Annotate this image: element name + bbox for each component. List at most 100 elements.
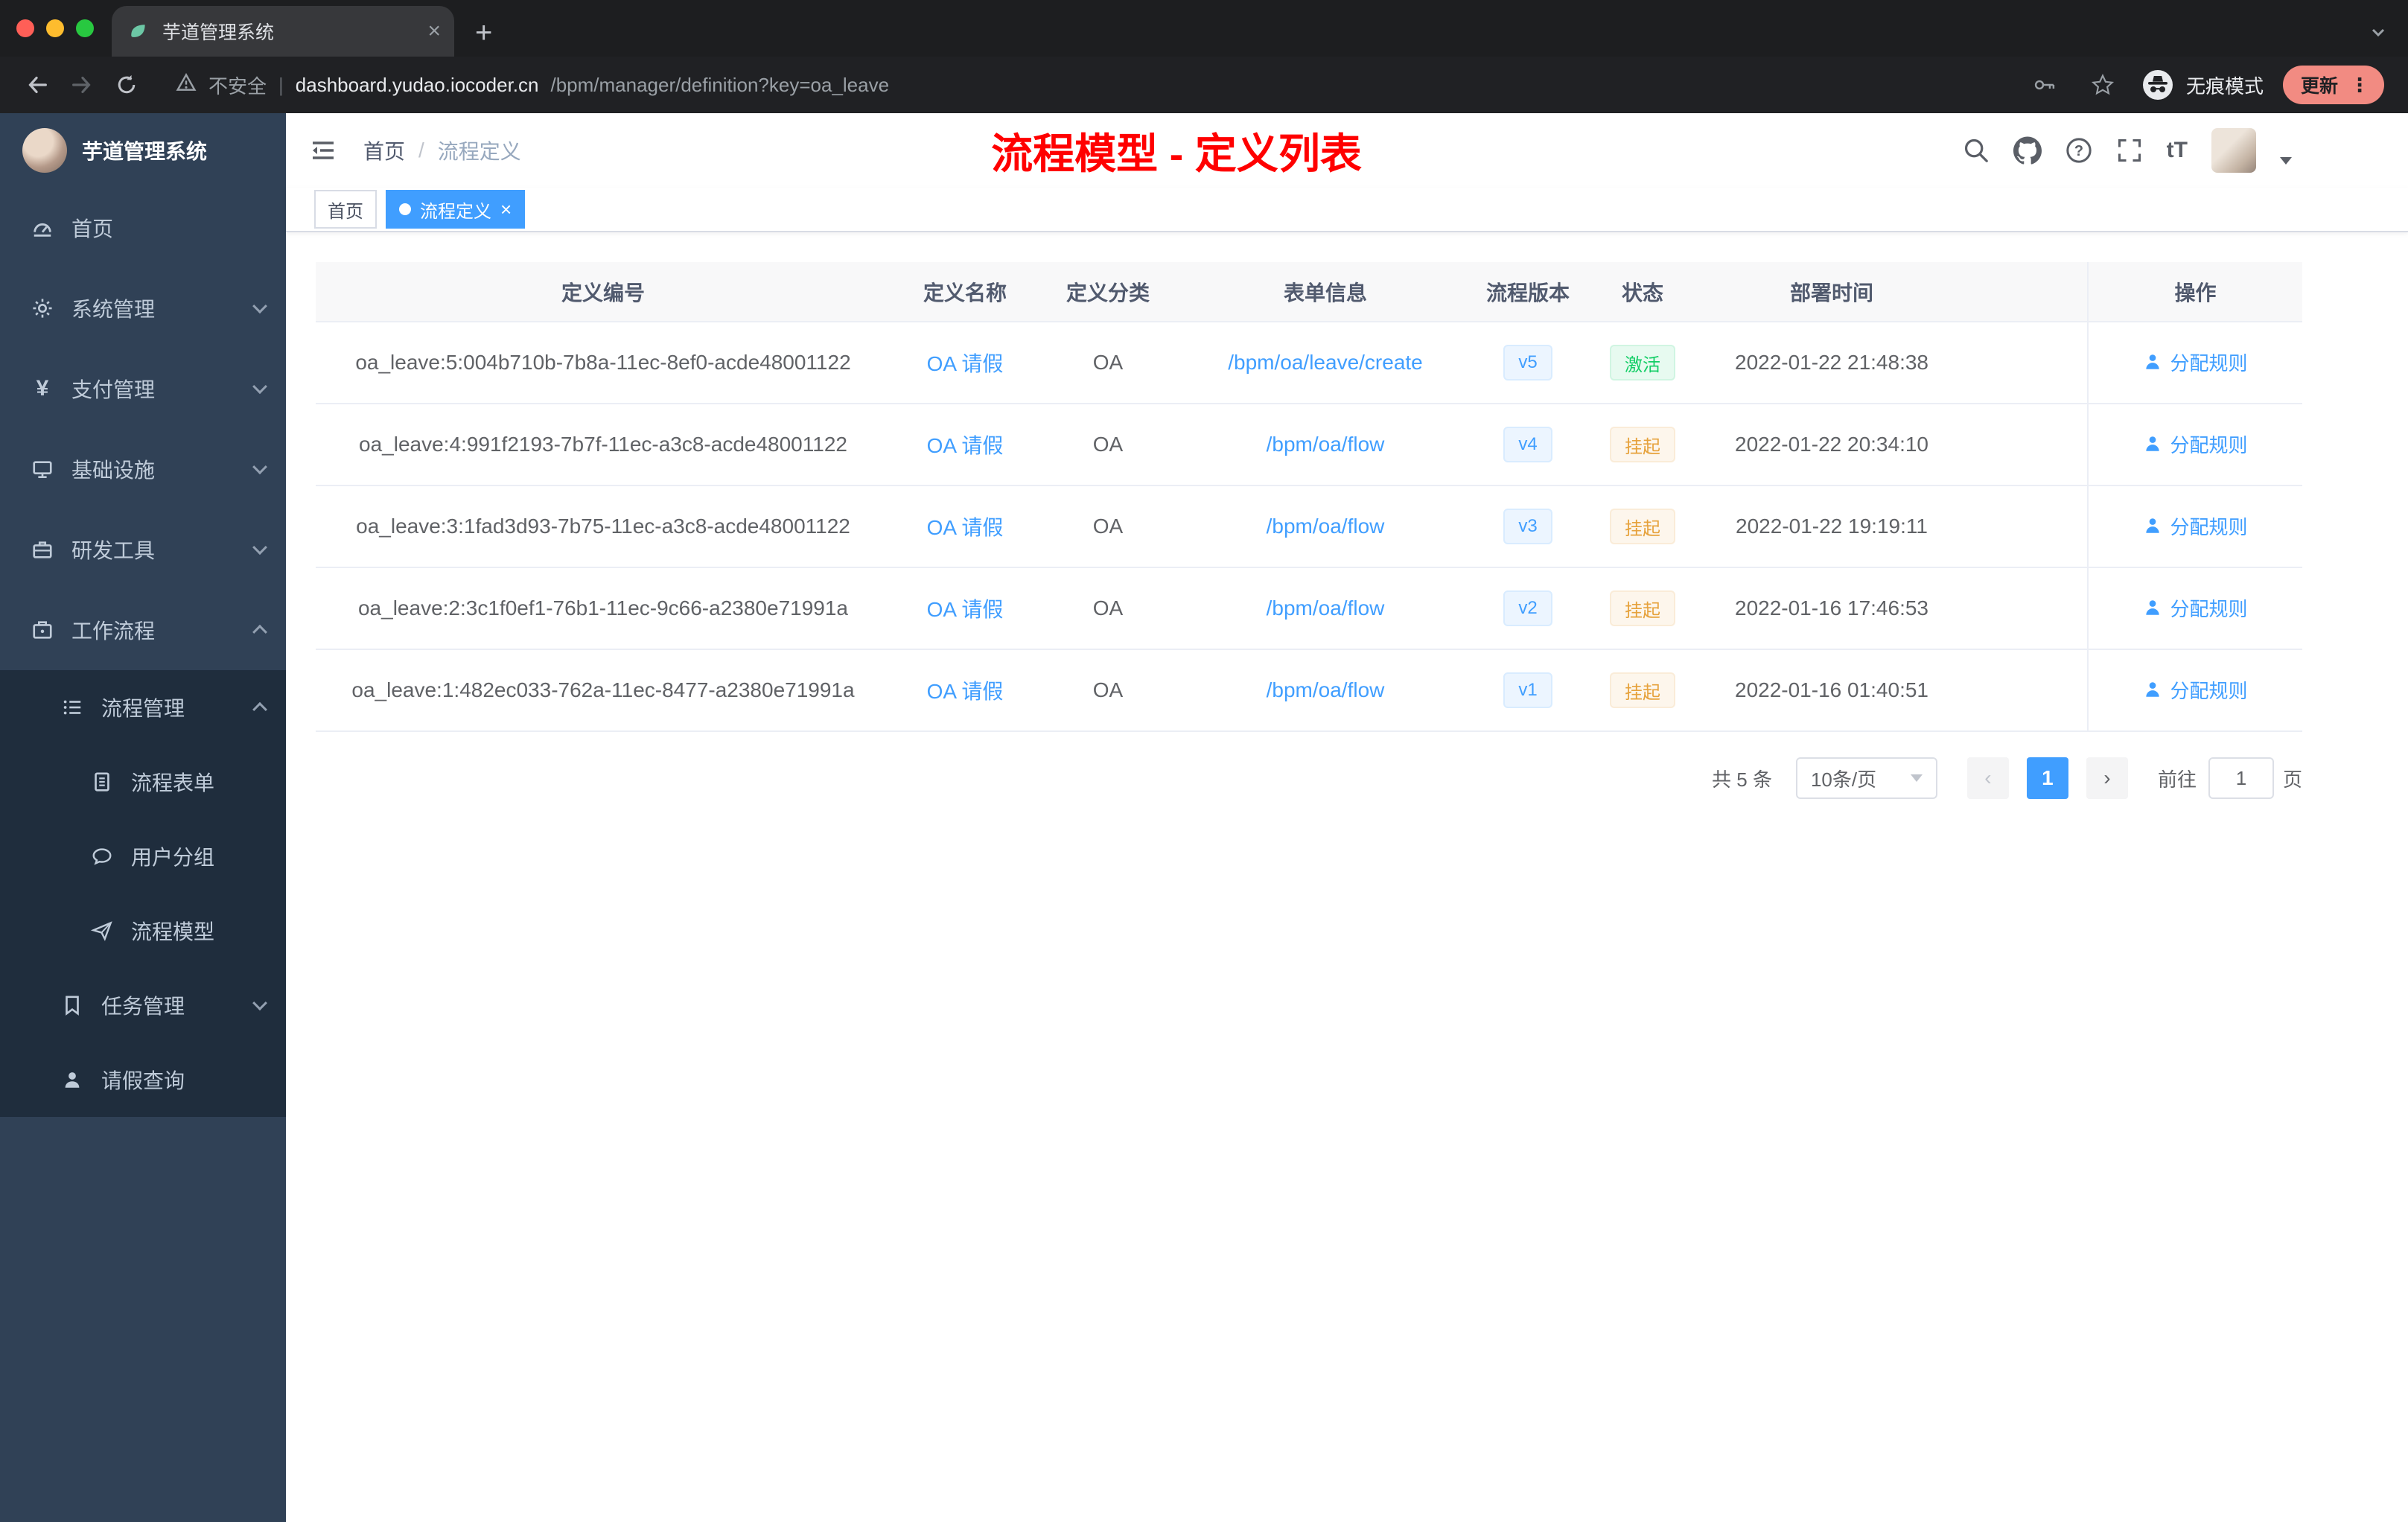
filler-cell <box>1960 567 2088 650</box>
back-button-icon[interactable] <box>18 66 57 104</box>
definition-id-cell: oa_leave:3:1fad3d93-7b75-11ec-a3c8-acde4… <box>316 485 891 568</box>
incognito-profile-chip[interactable]: 无痕模式 <box>2141 69 2264 101</box>
category-cell: OA <box>1039 322 1176 404</box>
status-tag: 激活 <box>1610 345 1675 380</box>
version-tag[interactable]: v1 <box>1503 672 1552 708</box>
form-info-link[interactable]: /bpm/oa/flow <box>1267 515 1385 538</box>
github-icon[interactable] <box>2013 136 2042 165</box>
table-row: oa_leave:5:004b710b-7b8a-11ec-8ef0-acde4… <box>316 322 2302 404</box>
page-number-button[interactable]: 1 <box>2026 757 2068 799</box>
category-cell: OA <box>1039 567 1176 650</box>
status-tag: 挂起 <box>1610 427 1675 462</box>
sidebar-item-payment[interactable]: ¥ 支付管理 <box>0 348 286 429</box>
sidebar-item-label: 系统管理 <box>71 298 156 321</box>
not-secure-warning-icon <box>176 72 197 98</box>
deploy-time-cell: 2022-01-22 20:34:10 <box>1704 404 1960 486</box>
tag-process-definition[interactable]: 流程定义 × <box>386 190 526 229</box>
assign-rule-link[interactable]: 分配规则 <box>2143 430 2248 458</box>
minimize-window-button[interactable] <box>46 19 64 37</box>
tab-search-chevron-icon[interactable] <box>2369 19 2387 47</box>
url-separator: | <box>278 73 284 96</box>
new-tab-button[interactable]: + <box>475 18 492 48</box>
tag-home[interactable]: 首页 <box>314 190 377 229</box>
yen-icon: ¥ <box>36 376 49 401</box>
chevron-down-icon <box>252 996 267 1011</box>
browser-menu-kebab-icon[interactable]: ⋮ <box>2350 75 2369 95</box>
sidebar-item-label: 支付管理 <box>71 378 156 401</box>
font-size-icon[interactable]: tT <box>2167 138 2188 163</box>
sidebar-item-workflow[interactable]: 工作流程 <box>0 590 286 670</box>
zoom-window-button[interactable] <box>76 19 94 37</box>
browser-tab[interactable]: 芋道管理系统 × <box>112 6 454 57</box>
address-bar[interactable]: 不安全 | dashboard.yudao.iocoder.cn/bpm/man… <box>152 71 2019 99</box>
chevron-up-icon <box>252 624 267 640</box>
briefcase-icon <box>30 619 55 641</box>
status-tag: 挂起 <box>1610 590 1675 626</box>
definition-name-link[interactable]: OA 请假 <box>927 598 1004 621</box>
definition-id-cell: oa_leave:5:004b710b-7b8a-11ec-8ef0-acde4… <box>316 322 891 404</box>
breadcrumb-home[interactable]: 首页 <box>363 136 405 165</box>
password-key-icon[interactable] <box>2025 66 2064 104</box>
sidebar-item-process-management[interactable]: 流程管理 <box>0 670 286 745</box>
definition-name-link[interactable]: OA 请假 <box>927 352 1004 375</box>
page-content: 定义编号 定义名称 定义分类 表单信息 流程版本 状态 部署时间 操作 oa_l… <box>286 232 2408 1522</box>
assign-rule-label: 分配规则 <box>2170 433 2248 456</box>
sidebar-item-process-form[interactable]: 流程表单 <box>0 745 286 819</box>
avatar-dropdown-caret-icon[interactable] <box>2280 157 2292 165</box>
category-cell: OA <box>1039 404 1176 486</box>
assign-rule-label: 分配规则 <box>2170 679 2248 702</box>
collapse-sidebar-icon[interactable] <box>310 137 337 164</box>
sidebar-item-label: 基础设施 <box>71 459 156 482</box>
next-page-button[interactable]: › <box>2086 757 2128 799</box>
version-tag[interactable]: v3 <box>1503 509 1552 544</box>
definition-name-link[interactable]: OA 请假 <box>927 434 1004 457</box>
prev-page-button[interactable]: ‹ <box>1966 757 2009 799</box>
forward-button-icon[interactable] <box>63 66 101 104</box>
sidebar-item-label: 流程模型 <box>131 920 215 943</box>
user-icon <box>2146 600 2160 615</box>
bookmark-star-icon[interactable] <box>2083 66 2122 104</box>
tab-close-icon[interactable]: × <box>427 20 441 42</box>
sidebar-logo[interactable]: 芋道管理系统 <box>0 113 286 188</box>
assign-rule-link[interactable]: 分配规则 <box>2143 348 2248 376</box>
sidebar-item-home[interactable]: 首页 <box>0 188 286 268</box>
page-title: 流程模型 - 定义列表 <box>991 130 1362 177</box>
sidebar-item-task-management[interactable]: 任务管理 <box>0 968 286 1042</box>
tag-close-icon[interactable]: × <box>500 200 512 219</box>
sidebar-item-system[interactable]: 系统管理 <box>0 268 286 348</box>
user-avatar[interactable] <box>2211 128 2256 173</box>
page-size-select[interactable]: 10条/页 <box>1795 757 1937 799</box>
chrome-update-button[interactable]: 更新 ⋮ <box>2282 66 2384 104</box>
form-info-link[interactable]: /bpm/oa/flow <box>1267 433 1385 456</box>
deploy-time-cell: 2022-01-16 17:46:53 <box>1704 567 1960 650</box>
col-status: 状态 <box>1582 262 1704 322</box>
close-window-button[interactable] <box>16 19 34 37</box>
sidebar-item-process-model[interactable]: 流程模型 <box>0 894 286 968</box>
assign-rule-label: 分配规则 <box>2170 351 2248 375</box>
version-tag[interactable]: v5 <box>1503 345 1552 380</box>
sidebar-item-user-group[interactable]: 用户分组 <box>0 819 286 894</box>
form-info-link[interactable]: /bpm/oa/leave/create <box>1228 351 1423 374</box>
assign-rule-link[interactable]: 分配规则 <box>2143 512 2248 540</box>
reload-button-icon[interactable] <box>107 66 146 104</box>
sidebar-item-leave-query[interactable]: 请假查询 <box>0 1042 286 1117</box>
sidebar-item-label: 研发工具 <box>71 539 156 562</box>
definition-name-link[interactable]: OA 请假 <box>927 680 1004 703</box>
sidebar-item-dev-tools[interactable]: 研发工具 <box>0 509 286 590</box>
goto-page-input[interactable] <box>2208 757 2274 799</box>
fullscreen-icon[interactable] <box>2116 137 2143 164</box>
page-unit-label: 页 <box>2282 768 2302 791</box>
search-icon[interactable] <box>1963 137 1990 164</box>
help-icon[interactable]: ? <box>2065 137 2092 164</box>
version-tag[interactable]: v4 <box>1503 427 1552 462</box>
definition-name-link[interactable]: OA 请假 <box>927 516 1004 539</box>
assign-rule-link[interactable]: 分配规则 <box>2143 594 2248 622</box>
version-tag[interactable]: v2 <box>1503 590 1552 626</box>
select-caret-icon <box>1910 774 1923 782</box>
form-info-link[interactable]: /bpm/oa/flow <box>1267 678 1385 701</box>
dashboard-icon <box>30 217 55 239</box>
table-row: oa_leave:3:1fad3d93-7b75-11ec-a3c8-acde4… <box>316 485 2302 568</box>
assign-rule-link[interactable]: 分配规则 <box>2143 676 2248 704</box>
form-info-link[interactable]: /bpm/oa/flow <box>1267 596 1385 620</box>
sidebar-item-infrastructure[interactable]: 基础设施 <box>0 429 286 509</box>
